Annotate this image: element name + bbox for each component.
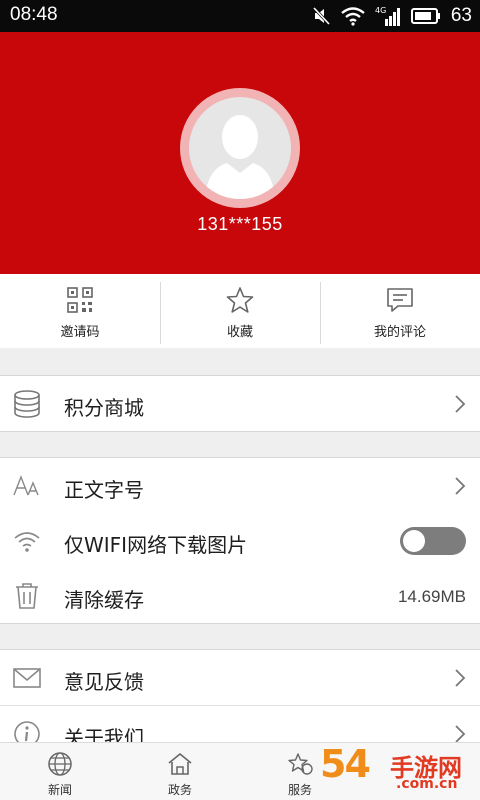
chevron-right-icon xyxy=(455,669,466,687)
section-points: 积分商城 xyxy=(0,375,480,432)
tab-government[interactable]: 政务 xyxy=(120,743,240,800)
font-size-row[interactable]: 正文字号 xyxy=(0,458,480,513)
comment-icon xyxy=(387,288,413,312)
profile-header: 131***155 xyxy=(0,32,480,274)
status-bar: 08:48 4G 63 xyxy=(0,0,480,32)
battery-level: 63 xyxy=(450,5,472,26)
clear-cache-label: 清除缓存 xyxy=(64,588,144,612)
feedback-row[interactable]: 意见反馈 xyxy=(0,650,480,705)
service-icon xyxy=(288,753,313,775)
network-type-text: 4G xyxy=(375,6,386,15)
quick-actions: 邀请码 收藏 我的评论 xyxy=(0,274,480,348)
avatar[interactable] xyxy=(180,88,300,208)
wifi-only-toggle[interactable] xyxy=(400,527,466,555)
user-phone: 131***155 xyxy=(197,214,283,234)
my-comments-button[interactable]: 我的评论 xyxy=(320,274,480,348)
my-comments-label: 我的评论 xyxy=(373,325,426,340)
tab-government-label: 政务 xyxy=(167,783,192,797)
status-icons: 4G 63 xyxy=(312,4,472,28)
avatar-placeholder xyxy=(189,97,291,199)
tab-news[interactable]: 新闻 xyxy=(0,743,120,800)
watermark-number: 54 xyxy=(320,742,371,786)
watermark-url: .com.cn xyxy=(396,776,458,792)
favorites-label: 收藏 xyxy=(226,325,253,340)
wifi-icon xyxy=(14,532,40,552)
mail-icon xyxy=(13,668,41,688)
invite-code-label: 邀请码 xyxy=(60,325,100,340)
wifi-only-images-row: 仅WIFI网络下载图片 xyxy=(0,513,480,568)
watermark-logo: 54 手游网 .com.cn xyxy=(320,742,476,798)
points-mall-row[interactable]: 积分商城 xyxy=(0,376,480,431)
wifi-status-icon xyxy=(341,7,365,26)
toggle-knob xyxy=(403,530,425,552)
points-mall-label: 积分商城 xyxy=(64,396,144,420)
tab-news-label: 新闻 xyxy=(47,783,72,797)
cellular-signal-icon: 4G xyxy=(375,6,400,26)
clear-cache-row[interactable]: 清除缓存 14.69MB xyxy=(0,568,480,623)
star-icon xyxy=(226,287,254,313)
cache-size-value: 14.69MB xyxy=(397,587,466,606)
section-settings: 正文字号 仅WIFI网络下载图片 清除缓存 14.69MB xyxy=(0,457,480,624)
invite-code-button[interactable]: 邀请码 xyxy=(0,274,160,348)
font-size-label: 正文字号 xyxy=(64,478,144,502)
chevron-right-icon xyxy=(455,395,466,413)
globe-icon xyxy=(48,752,72,776)
mute-icon xyxy=(312,6,330,26)
chevron-right-icon xyxy=(455,477,466,495)
qr-code-icon xyxy=(67,287,93,313)
wifi-only-images-label: 仅WIFI网络下载图片 xyxy=(64,533,248,557)
font-size-icon xyxy=(13,475,39,496)
database-icon xyxy=(14,390,40,418)
government-icon xyxy=(168,753,192,775)
user-silhouette-icon xyxy=(205,115,275,199)
battery-icon xyxy=(410,8,440,24)
trash-icon xyxy=(16,583,38,609)
favorites-button[interactable]: 收藏 xyxy=(160,274,320,348)
section-about: 意见反馈 关于我们 xyxy=(0,649,480,749)
feedback-label: 意见反馈 xyxy=(64,670,144,694)
chevron-right-icon xyxy=(455,725,466,743)
status-time: 08:48 xyxy=(10,4,58,25)
